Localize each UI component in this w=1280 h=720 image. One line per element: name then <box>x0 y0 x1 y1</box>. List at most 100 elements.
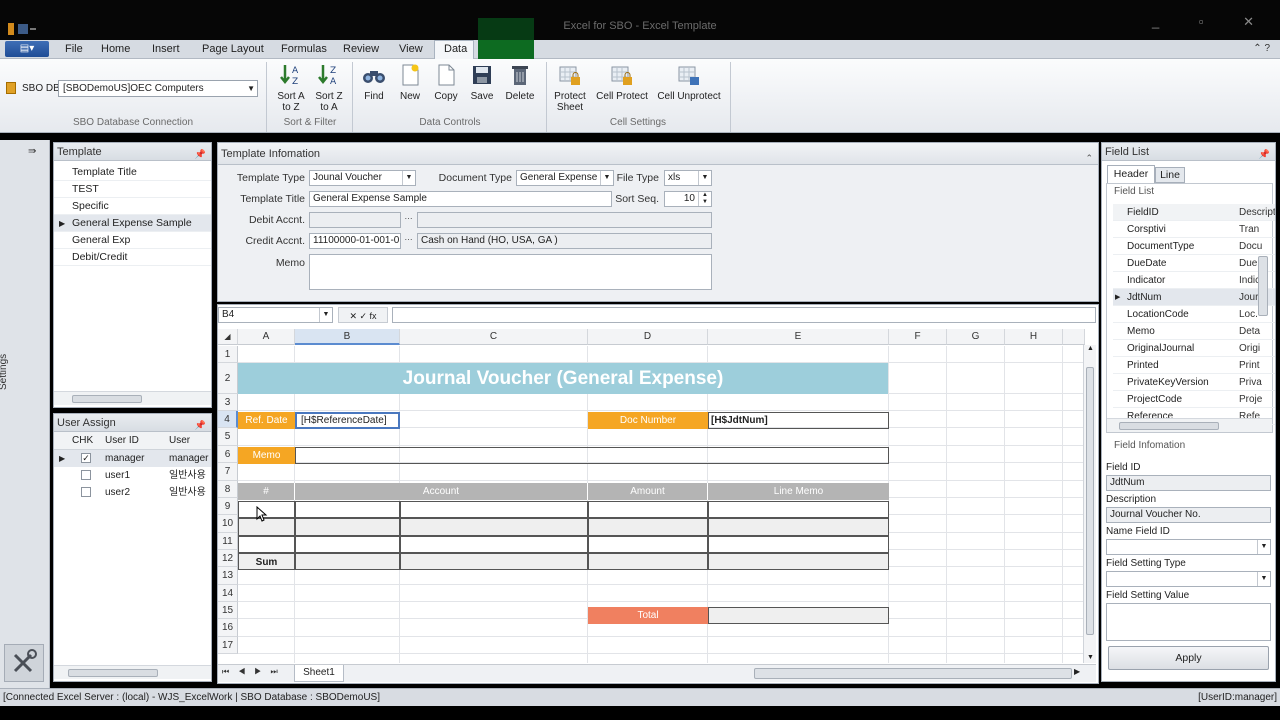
field-row[interactable]: ▶ JdtNum Journ <box>1113 289 1275 306</box>
tab-line[interactable]: Line <box>1155 167 1185 183</box>
table-cell[interactable] <box>708 553 889 570</box>
row-header[interactable]: 4 <box>218 411 238 428</box>
user-row[interactable]: user1 일반사용 <box>54 467 211 484</box>
row-header[interactable]: 15 <box>218 602 238 619</box>
copy-button[interactable]: Copy <box>428 63 464 102</box>
tab-home[interactable]: Home <box>101 43 130 55</box>
credit-account-code[interactable]: 11100000-01-001-0 <box>309 233 401 249</box>
doc-number-label[interactable]: Doc Number <box>588 412 708 429</box>
app-menu-button[interactable]: ▤▾ <box>5 41 49 57</box>
table-cell[interactable] <box>295 536 400 553</box>
field-setting-value-input[interactable] <box>1106 603 1271 641</box>
table-cell[interactable] <box>708 501 889 518</box>
user-hscroll[interactable] <box>54 665 211 679</box>
pin-icon[interactable]: 📌 <box>1259 145 1270 163</box>
sheet-nav-icons[interactable]: ⏮◀▶⏭ <box>222 667 287 677</box>
table-header-amount[interactable]: Amount <box>588 483 708 500</box>
tab-formulas[interactable]: Formulas <box>281 43 327 55</box>
field-setting-type-select[interactable]: ▼ <box>1106 571 1271 587</box>
settings-tools-button[interactable] <box>4 644 44 682</box>
tab-view[interactable]: View <box>399 43 423 55</box>
tab-insert[interactable]: Insert <box>152 43 180 55</box>
cell-unprotect-button[interactable]: Cell Unprotect <box>656 63 722 102</box>
scroll-right-icon[interactable]: ▶ <box>1074 667 1080 676</box>
field-row[interactable]: Corsptivi Tran <box>1113 221 1275 238</box>
tab-header[interactable]: Header <box>1107 165 1155 183</box>
sheet-tab[interactable]: Sheet1 <box>294 665 344 682</box>
help-icons[interactable]: ⌃ ? <box>1253 43 1270 54</box>
col-header-h[interactable]: H <box>1005 329 1063 345</box>
new-button[interactable]: New <box>392 63 428 102</box>
field-row[interactable]: Printed Print <box>1113 357 1275 374</box>
field-row[interactable]: PrivateKeyVersion Priva <box>1113 374 1275 391</box>
delete-button[interactable]: Delete <box>502 63 538 102</box>
name-field-id-select[interactable]: ▼ <box>1106 539 1271 555</box>
col-header-c[interactable]: C <box>400 329 588 345</box>
memo-cell-label[interactable]: Memo <box>238 447 295 464</box>
table-header-line-memo[interactable]: Line Memo <box>708 483 889 500</box>
col-header-e[interactable]: E <box>708 329 889 345</box>
total-label[interactable]: Total <box>588 607 708 624</box>
tab-review[interactable]: Review <box>343 43 379 55</box>
window-controls[interactable]: _ ▫ ✕ <box>1152 14 1272 30</box>
document-type-select[interactable]: General Expense ▼ <box>516 170 614 186</box>
template-item[interactable]: Template Title <box>54 164 211 181</box>
scroll-up-icon[interactable]: ▲ <box>1084 345 1097 352</box>
cell-protect-button[interactable]: Cell Protect <box>595 63 649 102</box>
table-cell[interactable] <box>588 518 708 536</box>
table-cell[interactable] <box>295 518 400 536</box>
template-item[interactable]: TEST <box>54 181 211 198</box>
table-cell[interactable] <box>400 501 588 518</box>
row-header[interactable]: 12 <box>218 550 238 567</box>
ref-date-label[interactable]: Ref. Date <box>238 412 295 429</box>
formula-icons[interactable]: ✕ ✓ fx <box>338 307 388 323</box>
field-row[interactable]: LocationCode Loc. <box>1113 306 1275 323</box>
table-cell[interactable] <box>708 536 889 553</box>
field-row[interactable]: Indicator Indic <box>1113 272 1275 289</box>
field-row[interactable]: OriginalJournal Origi <box>1113 340 1275 357</box>
template-item[interactable]: General Exp <box>54 232 211 249</box>
row-header[interactable]: 8 <box>218 481 238 498</box>
table-cell[interactable] <box>588 536 708 553</box>
field-row[interactable]: ProjectCode Proje <box>1113 391 1275 408</box>
protect-sheet-button[interactable]: Protect Sheet <box>550 63 590 113</box>
template-item[interactable]: Debit/Credit <box>54 249 211 266</box>
template-item-selected[interactable]: ▶ General Expense Sample <box>54 215 211 232</box>
memo-textarea[interactable] <box>309 254 712 290</box>
template-type-select[interactable]: Jounal Voucher ▼ <box>309 170 416 186</box>
name-box[interactable]: B4 ▼ <box>218 307 333 323</box>
row-header[interactable]: 13 <box>218 567 238 585</box>
table-cell[interactable] <box>708 518 889 536</box>
user-checkbox[interactable]: ✓ <box>81 453 91 463</box>
sort-seq-stepper[interactable]: 10 ▲ ▼ <box>664 191 712 207</box>
col-header-a[interactable]: A <box>238 329 295 345</box>
select-all-corner[interactable]: ◢ <box>218 329 238 345</box>
file-type-select[interactable]: xls ▼ <box>664 170 712 186</box>
table-cell[interactable] <box>588 501 708 518</box>
row-header[interactable]: 10 <box>218 515 238 533</box>
debit-lookup-button[interactable]: ··· <box>402 212 415 228</box>
save-button[interactable]: Save <box>464 63 500 102</box>
total-cell[interactable] <box>708 607 889 624</box>
ref-date-cell[interactable]: [H$ReferenceDate] <box>295 412 400 429</box>
field-grid-hscroll[interactable] <box>1107 418 1272 432</box>
row-header[interactable]: 5 <box>218 428 238 446</box>
tab-data[interactable]: Data <box>444 43 467 55</box>
template-hscroll[interactable] <box>54 391 211 405</box>
find-button[interactable]: Find <box>356 63 392 102</box>
field-row[interactable]: Memo Deta <box>1113 323 1275 340</box>
user-checkbox[interactable] <box>81 487 91 497</box>
user-checkbox[interactable] <box>81 470 91 480</box>
field-row[interactable]: DocumentType Docu <box>1113 238 1275 255</box>
row-header[interactable]: 9 <box>218 498 238 515</box>
row-header[interactable]: 16 <box>218 619 238 637</box>
row-header[interactable]: 2 <box>218 363 238 394</box>
row-header[interactable]: 17 <box>218 637 238 654</box>
doc-number-cell[interactable]: [H$JdtNum] <box>708 412 889 429</box>
user-row[interactable]: user2 일반사용 <box>54 484 211 501</box>
col-header-d[interactable]: D <box>588 329 708 345</box>
scroll-thumb[interactable] <box>1086 367 1094 635</box>
table-cell[interactable] <box>588 553 708 570</box>
sbo-db-select[interactable]: [SBODemoUS]OEC Computers ▼ <box>58 80 258 97</box>
memo-cell[interactable] <box>295 447 889 464</box>
